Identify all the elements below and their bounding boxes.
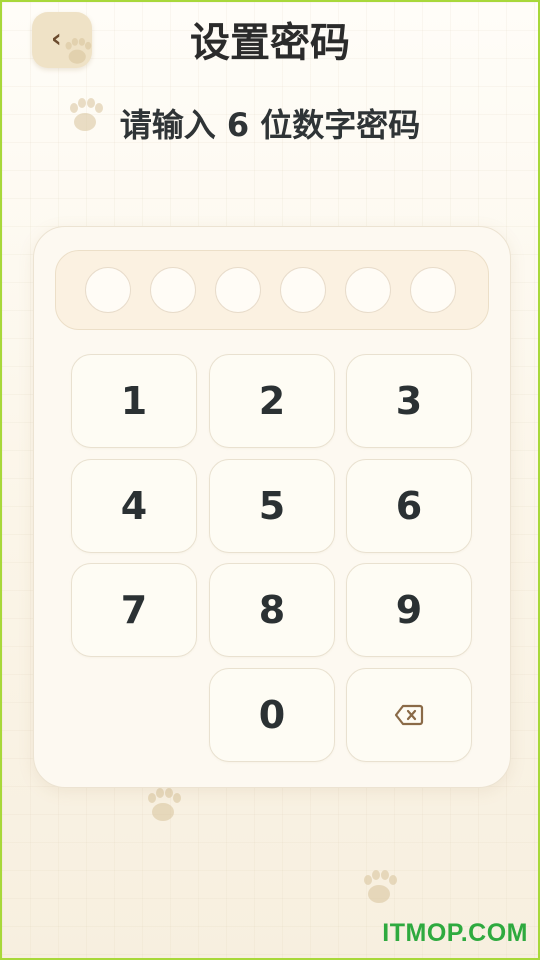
watermark: ITMOP.COM [382,919,528,947]
keypad-card: 1 2 3 4 5 6 7 8 9 0 [33,226,511,788]
key-2[interactable]: 2 [209,354,335,448]
backspace-icon [394,703,424,727]
pin-dot [215,267,261,313]
key-9[interactable]: 9 [346,563,472,657]
pin-dot [85,267,131,313]
page-title: 设置密码 [190,20,350,66]
key-3[interactable]: 3 [346,354,472,448]
key-1[interactable]: 1 [71,354,197,448]
pin-dot [410,267,456,313]
paw-print-icon [142,784,186,828]
key-6[interactable]: 6 [346,459,472,553]
key-4[interactable]: 4 [71,459,197,553]
key-0[interactable]: 0 [209,668,335,762]
key-7[interactable]: 7 [71,563,197,657]
instruction-text: 请输入 6 位数字密码 [119,106,421,144]
pin-display [55,250,489,330]
paw-print-icon [358,866,402,910]
pin-dot [150,267,196,313]
pin-dot [345,267,391,313]
key-8[interactable]: 8 [209,563,335,657]
app-screen: ‹ 设置密码 请输入 6 位数字密码 1 2 3 4 5 6 7 8 9 0 I… [0,0,540,960]
backspace-button[interactable] [346,668,472,762]
pin-dot [280,267,326,313]
key-5[interactable]: 5 [209,459,335,553]
